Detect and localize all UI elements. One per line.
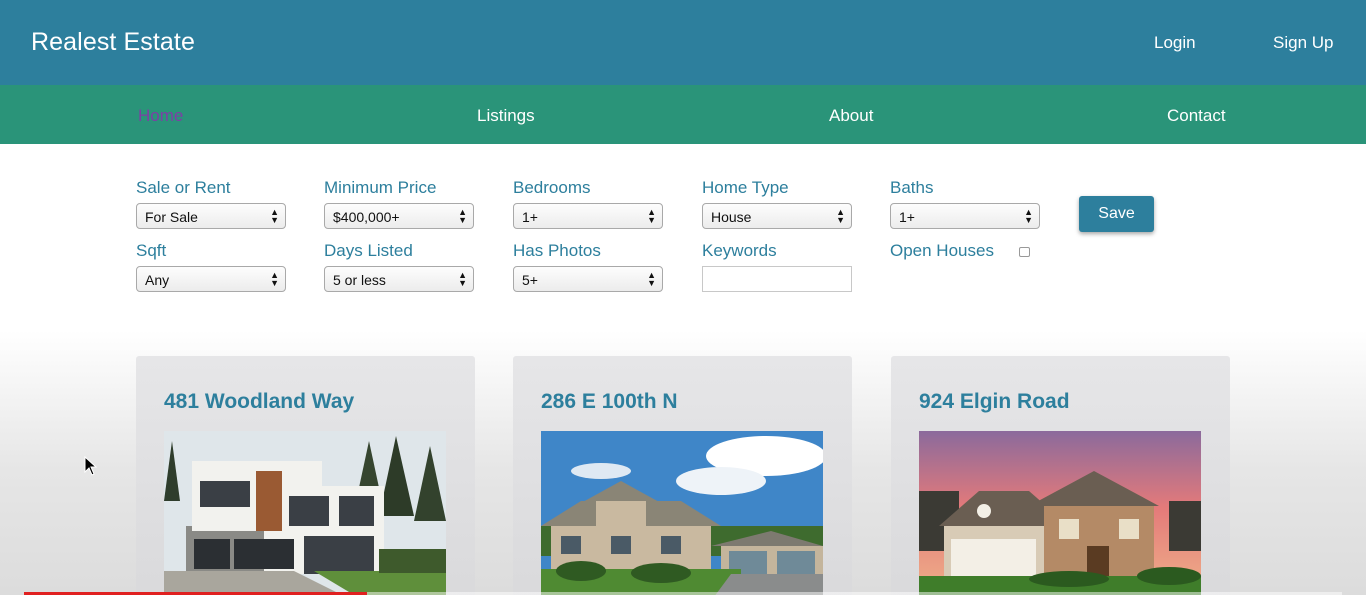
listing-photo[interactable] (541, 431, 823, 595)
sale-or-rent-value: For Sale (145, 209, 198, 225)
bedrooms-value: 1+ (522, 209, 538, 225)
select-arrows-icon: ▲ ▼ (270, 207, 279, 225)
home-type-select[interactable]: House ▲ ▼ (702, 203, 852, 229)
nav-home[interactable]: Home (138, 106, 183, 126)
keywords-input[interactable] (702, 266, 852, 292)
listing-card[interactable]: 924 Elgin Road (891, 356, 1230, 595)
select-arrows-icon: ▲ ▼ (1024, 207, 1033, 225)
select-arrows-icon: ▲ ▼ (458, 270, 467, 288)
minimum-price-value: $400,000+ (333, 209, 400, 225)
main-nav: Home Listings About Contact (0, 85, 1366, 144)
minimum-price-label: Minimum Price (324, 178, 437, 197)
home-type-label: Home Type (702, 178, 789, 197)
modern-house-image (164, 431, 446, 595)
open-houses-checkbox[interactable] (1019, 247, 1030, 257)
select-arrows-icon: ▲ ▼ (270, 270, 279, 288)
signup-link[interactable]: Sign Up (1273, 33, 1333, 53)
bedrooms-label: Bedrooms (513, 178, 591, 197)
keywords-label: Keywords (702, 241, 777, 260)
baths-select[interactable]: 1+ ▲ ▼ (890, 203, 1040, 229)
two-story-house-image (919, 431, 1201, 595)
select-arrows-icon: ▲ ▼ (647, 270, 656, 288)
listing-title[interactable]: 286 E 100th N (541, 390, 678, 414)
top-header: Realest Estate Login Sign Up (0, 0, 1366, 85)
listing-photo[interactable] (164, 431, 446, 595)
select-arrows-icon: ▲ ▼ (836, 207, 845, 225)
has-photos-select[interactable]: 5+ ▲ ▼ (513, 266, 663, 292)
select-arrows-icon: ▲ ▼ (647, 207, 656, 225)
days-listed-select[interactable]: 5 or less ▲ ▼ (324, 266, 474, 292)
listing-card[interactable]: 481 Woodland Way (136, 356, 475, 595)
sale-or-rent-label: Sale or Rent (136, 178, 231, 197)
has-photos-label: Has Photos (513, 241, 601, 260)
nav-about[interactable]: About (829, 106, 873, 126)
days-listed-value: 5 or less (333, 272, 386, 288)
sqft-label: Sqft (136, 241, 167, 260)
days-listed-label: Days Listed (324, 241, 413, 260)
listing-card[interactable]: 286 E 100th N (513, 356, 852, 595)
baths-label: Baths (890, 178, 934, 197)
save-button[interactable]: Save (1079, 196, 1154, 232)
bedrooms-select[interactable]: 1+ ▲ ▼ (513, 203, 663, 229)
brand-logo[interactable]: Realest Estate (31, 28, 195, 57)
mouse-cursor-icon (84, 456, 98, 476)
nav-contact[interactable]: Contact (1167, 106, 1226, 126)
listing-title[interactable]: 924 Elgin Road (919, 390, 1070, 414)
listing-title[interactable]: 481 Woodland Way (164, 390, 354, 414)
sqft-select[interactable]: Any ▲ ▼ (136, 266, 286, 292)
nav-listings[interactable]: Listings (477, 106, 535, 126)
minimum-price-select[interactable]: $400,000+ ▲ ▼ (324, 203, 474, 229)
open-houses-label: Open Houses (890, 241, 994, 260)
sale-or-rent-select[interactable]: For Sale ▲ ▼ (136, 203, 286, 229)
baths-value: 1+ (899, 209, 915, 225)
home-type-value: House (711, 209, 752, 225)
select-arrows-icon: ▲ ▼ (458, 207, 467, 225)
login-link[interactable]: Login (1154, 33, 1196, 53)
has-photos-value: 5+ (522, 272, 538, 288)
listing-photo[interactable] (919, 431, 1201, 595)
sqft-value: Any (145, 272, 170, 288)
suburban-house-image (541, 431, 823, 595)
